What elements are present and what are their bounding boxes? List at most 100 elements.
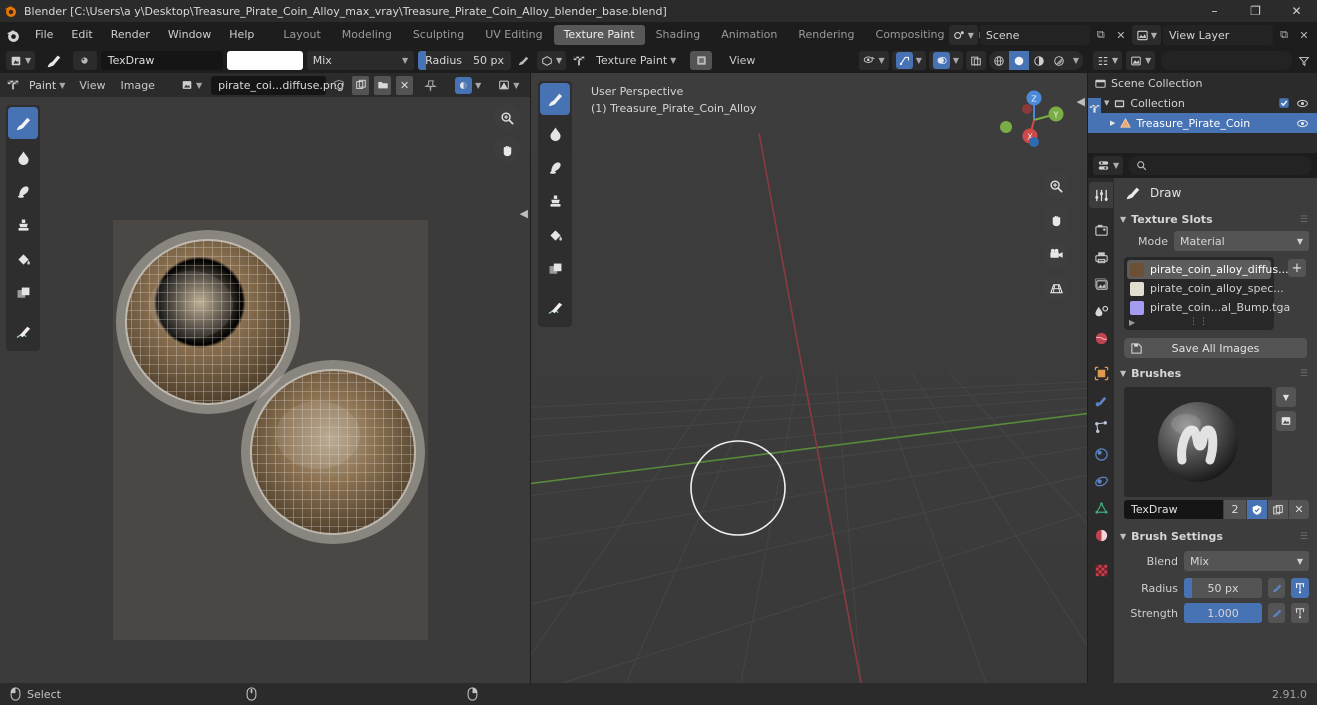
- brush-settings-collapse-triangle[interactable]: ▼: [1120, 532, 1126, 541]
- outliner-filter-icon[interactable]: [1296, 55, 1312, 67]
- tab-render[interactable]: [1089, 217, 1113, 243]
- brush-name-field[interactable]: TexDraw: [100, 51, 223, 70]
- strength-unit-toggle-icon[interactable]: [1291, 603, 1309, 623]
- blender-menu-icon[interactable]: [0, 22, 26, 48]
- brush-color-swatch[interactable]: [226, 51, 303, 70]
- blend-dropdown[interactable]: Mix ▼: [1184, 551, 1309, 571]
- mask-tool-button[interactable]: [8, 277, 38, 309]
- clone-tool-button[interactable]: [8, 209, 38, 241]
- editor-type-dropdown[interactable]: ▼: [6, 51, 36, 70]
- maximize-button[interactable]: ❐: [1235, 0, 1276, 22]
- viewport-editor-type-dropdown[interactable]: ▼: [537, 51, 567, 70]
- radius-unit-toggle-icon[interactable]: [1291, 578, 1309, 598]
- image-name-field[interactable]: pirate_coi...diffuse.png: [211, 75, 344, 95]
- brush-browse-dropdown[interactable]: [73, 51, 97, 70]
- viewport-zoom-icon[interactable]: [1043, 173, 1069, 199]
- tab-compositing[interactable]: Compositing: [866, 25, 955, 45]
- rendered-shading-button[interactable]: [1049, 51, 1069, 70]
- tab-texture-paint[interactable]: Texture Paint: [553, 25, 645, 45]
- properties-editor-type-dropdown[interactable]: ▼: [1093, 156, 1124, 175]
- viewport-view-menu[interactable]: View: [724, 54, 760, 67]
- outliner-row-collection[interactable]: ▼ Collection: [1088, 93, 1317, 113]
- viewport-mask-tool-button[interactable]: [540, 253, 570, 285]
- viewport-soften-tool-button[interactable]: [540, 117, 570, 149]
- image-editor-canvas[interactable]: ◀: [0, 97, 530, 683]
- overlays-dropdown[interactable]: ▼: [928, 51, 963, 70]
- navigation-gizmo[interactable]: Z Y X: [999, 85, 1069, 155]
- brush-strength-slider[interactable]: 1.000: [1184, 603, 1262, 623]
- brush-duplicate-button[interactable]: [1268, 500, 1288, 519]
- annotate-tool-button[interactable]: [8, 315, 38, 347]
- tab-constraints[interactable]: [1089, 468, 1113, 494]
- outliner-search-field[interactable]: [1161, 51, 1292, 70]
- tab-particles[interactable]: [1089, 414, 1113, 440]
- menu-file[interactable]: File: [26, 22, 62, 48]
- tab-output[interactable]: [1089, 244, 1113, 270]
- tab-physics[interactable]: [1089, 441, 1113, 467]
- image-display-channel-dropdown[interactable]: ▼: [451, 75, 486, 95]
- image-browse-dropdown[interactable]: ▼: [176, 75, 207, 95]
- image-view-display-dropdown[interactable]: ▼: [494, 75, 524, 95]
- texture-slots-collapse-triangle[interactable]: ▼: [1120, 215, 1126, 224]
- image-view-menu[interactable]: View: [74, 79, 110, 92]
- unlink-image-icon[interactable]: ✕: [396, 75, 414, 95]
- viewport-smear-tool-button[interactable]: [540, 151, 570, 183]
- viewport-canvas[interactable]: User Perspective (1) Treasure_Pirate_Coi…: [531, 73, 1087, 683]
- gizmo-dropdown[interactable]: ▼: [891, 51, 926, 70]
- brush-settings-panel-header[interactable]: ▼ Brush Settings ☰: [1114, 527, 1317, 546]
- tab-material[interactable]: [1089, 522, 1113, 548]
- texture-slot-item-0[interactable]: pirate_coin_alloy_diffus...: [1127, 260, 1289, 279]
- tab-modeling[interactable]: Modeling: [332, 25, 402, 45]
- remove-scene-button[interactable]: ✕: [1112, 25, 1130, 45]
- blend-mode-dropdown[interactable]: Mix ▼: [306, 51, 415, 70]
- outliner-display-mode-dropdown[interactable]: ▼: [1126, 51, 1156, 70]
- visibility-dropdown[interactable]: ▼: [858, 51, 889, 70]
- object-visibility-eye-icon[interactable]: [1296, 117, 1309, 130]
- fill-tool-button[interactable]: [8, 243, 38, 275]
- properties-search-input[interactable]: [1128, 156, 1312, 175]
- menu-render[interactable]: Render: [102, 22, 159, 48]
- scene-browse-dropdown[interactable]: ▼: [948, 25, 978, 45]
- shading-options-dropdown[interactable]: ▼: [1069, 51, 1083, 70]
- menu-help[interactable]: Help: [220, 22, 263, 48]
- menu-edit[interactable]: Edit: [62, 22, 101, 48]
- tab-layout[interactable]: Layout: [273, 25, 330, 45]
- radius-slider[interactable]: Radius 50 px: [418, 51, 511, 70]
- collection-checkbox[interactable]: [1278, 97, 1290, 109]
- view-layer-browse-dropdown[interactable]: ▼: [1131, 25, 1161, 45]
- collection-expand-triangle[interactable]: ▼: [1104, 99, 1109, 107]
- tab-texture[interactable]: [1089, 557, 1113, 583]
- remove-view-layer-button[interactable]: ✕: [1295, 25, 1313, 45]
- scene-name-field[interactable]: Scene: [979, 25, 1090, 45]
- xray-toggle-icon[interactable]: [966, 51, 986, 70]
- texture-slot-item-1[interactable]: pirate_coin_alloy_spec...: [1127, 279, 1284, 298]
- new-view-layer-button[interactable]: ⧉: [1275, 25, 1293, 45]
- close-button[interactable]: ✕: [1276, 0, 1317, 22]
- smear-tool-button[interactable]: [8, 175, 38, 207]
- save-all-images-button[interactable]: Save All Images: [1124, 338, 1307, 358]
- brush-radius-slider[interactable]: 50 px: [1184, 578, 1262, 598]
- pin-icon[interactable]: [422, 79, 438, 92]
- tab-shading[interactable]: Shading: [646, 25, 711, 45]
- viewport-draw-tool-button[interactable]: [540, 83, 570, 115]
- tab-world[interactable]: [1089, 325, 1113, 351]
- collection-visibility-eye-icon[interactable]: [1296, 97, 1309, 110]
- texture-list-resize-grip[interactable]: ⋮⋮: [1189, 317, 1209, 327]
- outliner-row-object[interactable]: ▶ Treasure_Pirate_Coin: [1088, 113, 1317, 133]
- tab-sculpting[interactable]: Sculpting: [403, 25, 474, 45]
- material-preview-shading-button[interactable]: [1029, 51, 1049, 70]
- brush-users-count[interactable]: 2: [1224, 500, 1246, 519]
- tab-animation[interactable]: Animation: [711, 25, 787, 45]
- tab-object-data[interactable]: [1089, 495, 1113, 521]
- new-image-icon[interactable]: [352, 75, 370, 95]
- viewport-pan-hand-icon[interactable]: [1043, 207, 1069, 233]
- radius-pressure-icon[interactable]: [517, 54, 530, 67]
- texture-mode-dropdown[interactable]: Material ▼: [1174, 231, 1309, 251]
- paint-mode-dropdown[interactable]: Paint ▼: [25, 76, 69, 95]
- strength-pressure-toggle-icon[interactable]: [1268, 603, 1285, 623]
- brush-fake-user-button[interactable]: [1247, 500, 1267, 519]
- brush-preview[interactable]: [1124, 387, 1272, 497]
- tab-object[interactable]: [1089, 360, 1113, 386]
- brushes-collapse-triangle[interactable]: ▼: [1120, 369, 1126, 378]
- tab-uv-editing[interactable]: UV Editing: [475, 25, 552, 45]
